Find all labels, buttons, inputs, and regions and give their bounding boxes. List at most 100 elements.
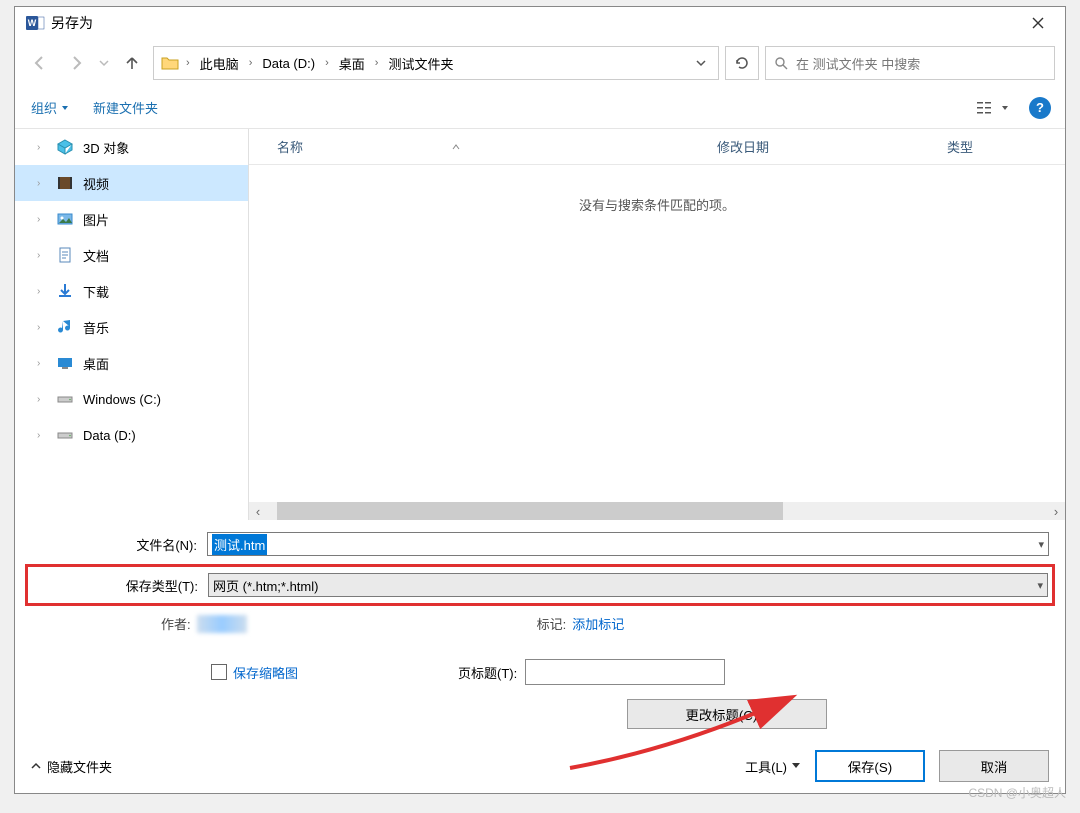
tree-label: 音乐 [83,318,109,337]
tree-label: 下载 [83,282,109,301]
filetype-label: 保存类型(T): [32,576,208,595]
dialog-footer: 隐藏文件夹 工具(L) 保存(S) 取消 [15,739,1065,793]
author-label: 作者: [161,614,191,633]
recent-dropdown[interactable] [97,48,111,78]
filetype-value: 网页 (*.htm;*.html) [213,576,318,595]
col-type[interactable]: 类型 [947,137,1065,156]
close-button[interactable] [1015,7,1061,39]
help-button[interactable]: ? [1029,97,1051,119]
search-input[interactable]: 在 测试文件夹 中搜索 [765,46,1055,80]
file-list: 名称 修改日期 类型 没有与搜索条件匹配的项。 ‹ › [249,129,1065,520]
column-headers: 名称 修改日期 类型 [249,129,1065,165]
expand-icon[interactable]: › [37,286,47,297]
watermark: CSDN @小奥超人 [968,784,1066,801]
up-button[interactable] [117,48,147,78]
expand-icon[interactable]: › [37,178,47,189]
toolbar: 组织 新建文件夹 ? [15,87,1065,129]
breadcrumb-item[interactable]: 此电脑 [196,52,243,75]
chevron-up-icon [31,761,41,771]
tree-item[interactable]: › 下载 [15,273,248,309]
col-date[interactable]: 修改日期 [717,137,947,156]
empty-message: 没有与搜索条件匹配的项。 [249,165,1065,214]
desktop-icon [55,353,75,373]
dialog-title: 另存为 [51,13,93,33]
breadcrumb-item[interactable]: Data (D:) [258,54,319,73]
expand-icon[interactable]: › [37,250,47,261]
word-icon: W [25,13,45,33]
expand-icon[interactable]: › [37,430,47,441]
main-area: › 3D 对象 › 视频 › 图片 › 文档 › 下载 › 音乐 › 桌面 › Windows (C:) › Da… [15,129,1065,520]
save-button[interactable]: 保存(S) [815,750,925,782]
search-icon [774,56,788,70]
hide-folders-toggle[interactable]: 隐藏文件夹 [31,757,112,776]
svg-text:W: W [28,18,37,28]
expand-icon[interactable]: › [37,358,47,369]
tree-label: 桌面 [83,354,109,373]
scroll-left-icon[interactable]: ‹ [249,502,267,520]
organize-menu[interactable]: 组织 [29,94,71,121]
expand-icon[interactable]: › [37,394,47,405]
folder-icon [160,53,180,73]
cube-icon [55,137,75,157]
film-icon [55,173,75,193]
expand-icon[interactable]: › [37,142,47,153]
add-tags-link[interactable]: 添加标记 [572,614,624,633]
tree-item[interactable]: › 图片 [15,201,248,237]
filetype-dropdown-icon[interactable]: ▾ [1037,579,1043,592]
tree-item[interactable]: › Data (D:) [15,417,248,453]
titlebar: W 另存为 [15,7,1065,39]
tree-label: 3D 对象 [83,138,129,157]
doc-icon [55,245,75,265]
annotation-highlight: 保存类型(T): 网页 (*.htm;*.html) ▾ [25,564,1055,606]
filename-input[interactable]: 测试.htm ▾ [207,532,1049,556]
filename-history-dropdown[interactable]: ▾ [1038,538,1044,551]
new-folder-button[interactable]: 新建文件夹 [91,94,160,121]
tree-item[interactable]: › Windows (C:) [15,381,248,417]
tree-item[interactable]: › 音乐 [15,309,248,345]
back-button[interactable] [25,48,55,78]
drive-icon [55,425,75,445]
download-icon [55,281,75,301]
tree-label: Windows (C:) [83,392,161,407]
filename-value: 测试.htm [212,534,267,555]
breadcrumb-dropdown[interactable] [690,56,712,71]
expand-icon[interactable]: › [37,322,47,333]
tree-item[interactable]: › 文档 [15,237,248,273]
tree-label: Data (D:) [83,428,136,443]
filetype-select[interactable]: 网页 (*.htm;*.html) ▾ [208,573,1048,597]
nav-row: › 此电脑 › Data (D:) › 桌面 › 测试文件夹 在 测试文件夹 中… [15,39,1065,87]
view-menu[interactable] [976,100,1009,116]
thumbnail-checkbox[interactable] [211,664,227,680]
save-as-dialog: W 另存为 › 此电脑 › Data (D:) › 桌面 › 测试文件夹 在 测… [14,6,1066,794]
scroll-thumb[interactable] [277,502,783,520]
scroll-right-icon[interactable]: › [1047,502,1065,520]
breadcrumb-item[interactable]: 测试文件夹 [384,52,457,75]
drive-icon [55,389,75,409]
tools-menu[interactable]: 工具(L) [745,757,801,776]
thumbnail-label: 保存缩略图 [233,663,298,682]
author-value[interactable] [197,615,247,633]
forward-button[interactable] [61,48,91,78]
save-options: 文件名(N): 测试.htm ▾ 保存类型(T): 网页 (*.htm;*.ht… [15,520,1065,739]
image-icon [55,209,75,229]
sort-indicator-icon [451,142,461,152]
refresh-button[interactable] [725,46,759,80]
folder-tree[interactable]: › 3D 对象 › 视频 › 图片 › 文档 › 下载 › 音乐 › 桌面 › Windows (C:) › Da… [15,129,249,520]
tree-label: 文档 [83,246,109,265]
horizontal-scrollbar[interactable]: ‹ › [249,502,1065,520]
tree-item[interactable]: › 3D 对象 [15,129,248,165]
breadcrumb-item[interactable]: 桌面 [335,52,369,75]
tree-label: 图片 [83,210,109,229]
expand-icon[interactable]: › [37,214,47,225]
change-title-button[interactable]: 更改标题(C)... [627,699,827,729]
music-icon [55,317,75,337]
pagetitle-input[interactable] [525,659,725,685]
cancel-button[interactable]: 取消 [939,750,1049,782]
filename-label: 文件名(N): [31,535,207,554]
breadcrumb-bar[interactable]: › 此电脑 › Data (D:) › 桌面 › 测试文件夹 [153,46,719,80]
col-name[interactable]: 名称 [277,137,303,156]
tree-item[interactable]: › 视频 [15,165,248,201]
tree-item[interactable]: › 桌面 [15,345,248,381]
tree-label: 视频 [83,174,109,193]
chevron-right-icon: › [184,57,192,69]
